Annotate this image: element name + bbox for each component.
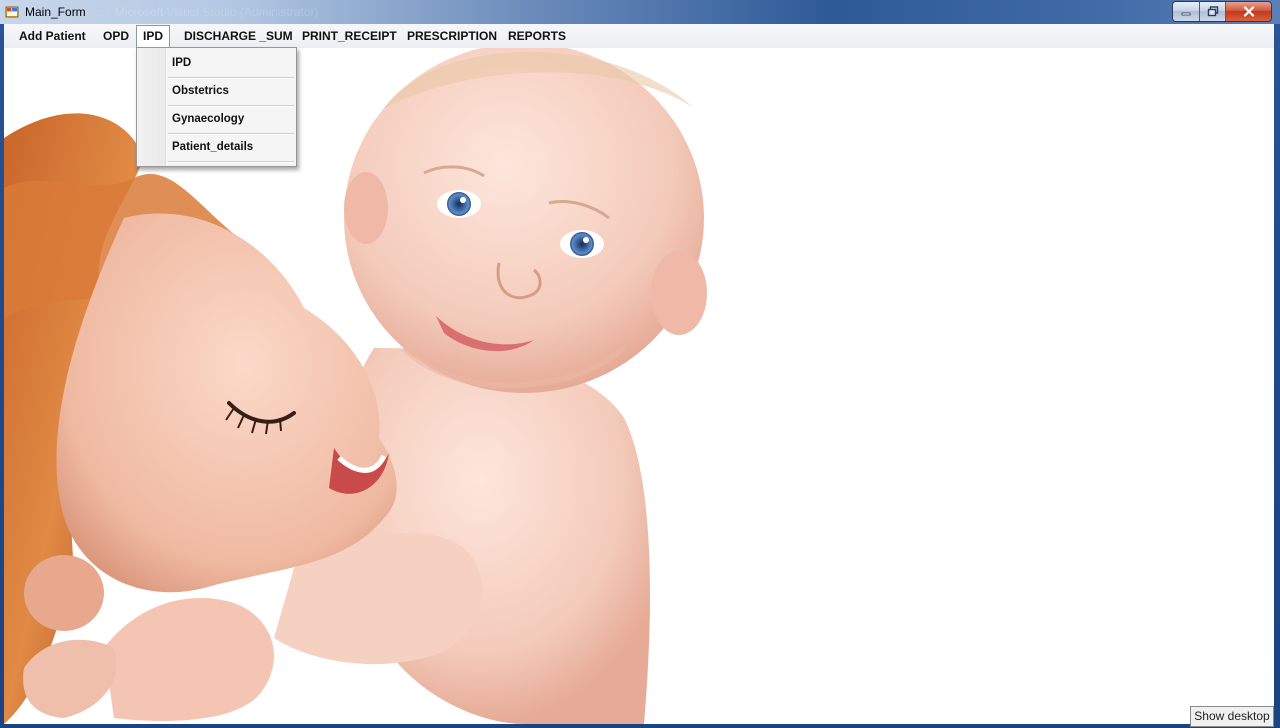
minimize-icon (1181, 12, 1191, 15)
ipd-menu-item-gynaecology[interactable]: Gynaecology (167, 106, 298, 132)
menu-reports[interactable]: REPORTS (502, 26, 572, 46)
menu-add-patient[interactable]: Add Patient (13, 26, 92, 46)
restore-button[interactable] (1200, 2, 1226, 21)
restore-icon (1207, 6, 1218, 17)
close-icon (1243, 6, 1254, 17)
app-icon (5, 6, 19, 18)
show-desktop-tooltip: Show desktop (1190, 706, 1274, 727)
window-title-background-text: … - Microsoft Visual Studio (Administrat… (92, 5, 319, 19)
menu-ipd[interactable]: IPD (136, 25, 171, 47)
menu-bar: Add Patient OPD IPD DISCHARGE _SUM PRINT… (4, 24, 1274, 49)
menu-discharge-sum[interactable]: DISCHARGE _SUM (178, 26, 299, 46)
ipd-menu-item-ipd[interactable]: IPD (167, 50, 298, 76)
ipd-menu-item-obstetrics[interactable]: Obstetrics (167, 78, 298, 104)
ipd-menu-item-patient-details[interactable]: Patient_details (167, 134, 298, 160)
menu-opd[interactable]: OPD (97, 26, 135, 46)
menu-prescription[interactable]: PRESCRIPTION (401, 26, 503, 46)
menu-separator (168, 161, 294, 163)
caption-buttons (1172, 1, 1272, 22)
ipd-dropdown-menu: IPD Obstetrics Gynaecology Patient_detai… (136, 47, 297, 167)
main-window: Main_Form … - Microsoft Visual Studio (A… (0, 0, 1280, 728)
menu-print-receipt[interactable]: PRINT_RECEIPT (296, 26, 403, 46)
title-bar[interactable]: Main_Form … - Microsoft Visual Studio (A… (0, 0, 1280, 24)
client-area: Add Patient OPD IPD DISCHARGE _SUM PRINT… (4, 24, 1274, 724)
window-title: Main_Form (25, 5, 86, 19)
close-button[interactable] (1226, 2, 1271, 21)
minimize-button[interactable] (1173, 2, 1200, 21)
menu-icon-gutter (137, 48, 166, 166)
